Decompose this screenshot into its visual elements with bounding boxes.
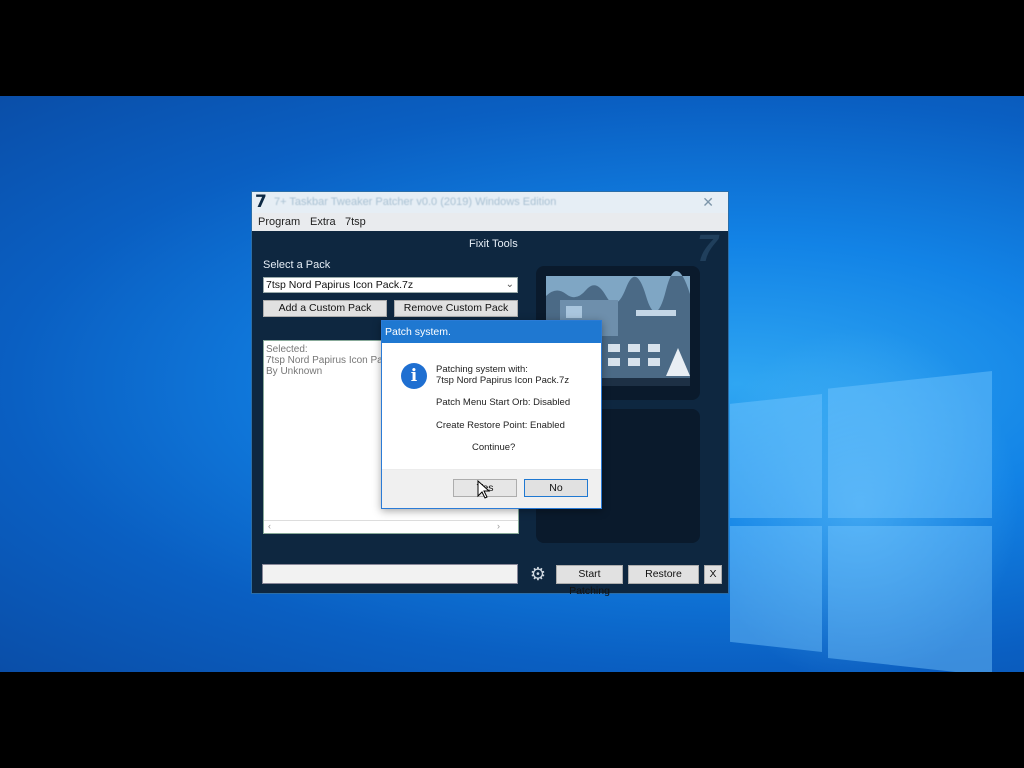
select-pack-label: Select a Pack: [263, 259, 331, 271]
pack-dropdown-value: 7tsp Nord Papirus Icon Pack.7z: [266, 279, 414, 291]
window-title: 7+ Taskbar Tweaker Patcher v0.0 (2019) W…: [274, 196, 557, 208]
dialog-title: Patch system.: [385, 326, 451, 338]
menu-bar: Program Extra 7tsp: [252, 213, 728, 231]
progress-field: [262, 564, 518, 584]
dialog-line-start-orb: Patch Menu Start Orb: Disabled: [436, 397, 571, 408]
dialog-line-restore-point: Create Restore Point: Enabled: [436, 420, 565, 431]
close-icon[interactable]: ✕: [702, 194, 714, 211]
seven-logo: 7: [696, 228, 718, 270]
menu-program[interactable]: Program: [258, 216, 300, 228]
windows-logo-pane-bottom-right: [828, 526, 992, 672]
app-logo-icon: 7: [255, 192, 267, 212]
scroll-left-icon[interactable]: ‹: [268, 521, 271, 532]
scroll-right-icon[interactable]: ›: [497, 521, 500, 532]
windows-logo-pane-bottom-left: [730, 526, 822, 652]
pack-dropdown[interactable]: 7tsp Nord Papirus Icon Pack.7z ⌄: [263, 277, 518, 293]
menu-extra[interactable]: Extra: [310, 216, 336, 228]
title-bar: 7 7+ Taskbar Tweaker Patcher v0.0 (2019)…: [252, 192, 728, 213]
add-custom-pack-button[interactable]: Add a Custom Pack: [263, 300, 387, 317]
windows-logo-pane-top-right: [828, 371, 992, 518]
remove-custom-pack-button[interactable]: Remove Custom Pack: [394, 300, 518, 317]
dialog-line-continue: Continue?: [472, 442, 516, 453]
dialog-title-bar: Patch system.: [382, 321, 601, 343]
start-patching-button[interactable]: Start Patching: [556, 565, 623, 597]
restore-button[interactable]: Restore: [628, 565, 699, 584]
page-title: Fixit Tools: [469, 238, 518, 250]
chevron-down-icon[interactable]: ⌄: [506, 278, 514, 292]
exit-button[interactable]: X: [704, 565, 722, 584]
horizontal-scrollbar[interactable]: ‹ ›: [264, 520, 518, 533]
mouse-cursor-icon: [477, 480, 491, 499]
no-button[interactable]: No: [524, 479, 588, 497]
windows-logo-pane-top-left: [730, 394, 822, 518]
dialog-button-bar: Yes No: [382, 469, 601, 508]
dialog-line-pack: 7tsp Nord Papirus Icon Pack.7z: [436, 375, 570, 386]
gear-icon[interactable]: ⚙: [526, 563, 550, 585]
patch-confirm-dialog: Patch system. i Patching system with: 7t…: [381, 320, 602, 509]
info-icon: i: [401, 363, 427, 389]
menu-7tsp[interactable]: 7tsp: [345, 216, 366, 228]
dialog-line-patching: Patching system with:: [436, 364, 528, 375]
